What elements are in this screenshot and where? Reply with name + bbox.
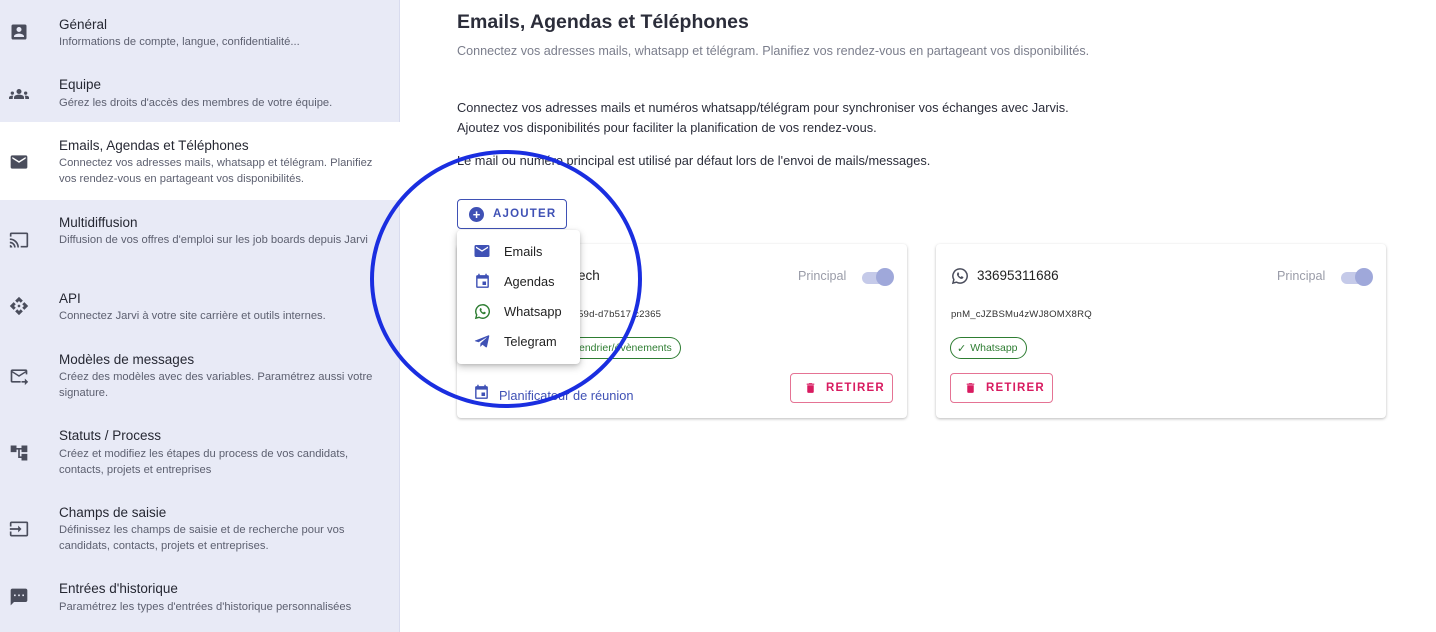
add-button-label: AJOUTER [493,208,557,220]
sidebar-item-desc: Gérez les droits d'accès des membres de … [59,97,333,109]
scope-chip: endrier/évènements [571,337,681,359]
delete-icon [964,381,977,395]
sidebar-item-title: Multidiffusion [59,215,138,230]
input-icon [9,519,29,539]
intro-text-3: Le mail ou numéro principal est utilisé … [457,153,931,168]
check-icon: ✓ [957,342,967,355]
sidebar-item-desc: Paramétrez les types d'entrées d'histori… [59,601,352,613]
principal-label: Principal [798,269,847,283]
sidebar-item-title: Equipe [59,77,102,92]
sidebar-item-emails-agendas[interactable]: Emails, Agendas et Téléphones Connectez … [0,122,400,200]
menu-item-label: Telegram [504,333,557,349]
menu-item-label: Emails [504,243,543,259]
scope-chip-label: Whatsapp [970,342,1018,354]
account-name: ech [578,268,600,283]
calendar-icon [473,272,491,290]
add-menu: Emails Agendas Whatsapp Telegram [457,230,580,364]
menu-item-emails[interactable]: Emails [457,236,580,266]
sidebar-item-desc: Créez et modifiez les étapes du process … [59,448,349,476]
whatsapp-icon [951,267,969,290]
mail-template-icon [9,366,29,386]
add-button[interactable]: + AJOUTER [457,199,567,229]
sidebar-item-desc: Connectez Jarvi à votre site carrière et… [59,310,326,322]
sidebar-item-desc: Définissez les champs de saisie et de re… [59,524,345,552]
scope-chip: ✓ Whatsapp [950,337,1027,359]
settings-sidebar: Général Informations de compte, langue, … [0,0,400,632]
intro-text-1: Connectez vos adresses mails et numéros … [457,100,1069,115]
menu-item-whatsapp[interactable]: Whatsapp [457,296,580,326]
sidebar-item-title: API [59,291,81,306]
scope-chip-label: endrier/évènements [579,342,672,354]
delete-icon [804,381,817,395]
sidebar-item-equipe[interactable]: Equipe Gérez les droits d'accès des memb… [0,62,400,122]
sidebar-item-desc: Diffusion de vos offres d'emploi sur les… [59,234,368,246]
account-id: pnM_cJZBSMu4zWJ8OMX8RQ [951,309,1092,320]
remove-button-label: RETIRER [826,382,885,394]
api-icon [9,296,29,316]
sidebar-item-title: Général [59,17,108,32]
whatsapp-icon [473,302,491,320]
group-icon [9,84,29,104]
remove-button-label: RETIRER [986,382,1045,394]
sidebar-item-multidiffusion[interactable]: Multidiffusion Diffusion de vos offres d… [0,200,400,278]
meeting-scheduler-label: Planificateur de réunion [499,387,634,403]
account-box-icon [9,22,29,42]
calendar-icon [473,384,490,406]
sidebar-item-entrees-historique[interactable]: Entrées d'historique Paramétrez les type… [0,570,400,632]
sidebar-item-api[interactable]: API Connectez Jarvi à votre site carrièr… [0,278,400,338]
sidebar-item-title: Statuts / Process [59,428,162,443]
sidebar-item-desc: Informations de compte, langue, confiden… [59,36,300,48]
telegram-icon [473,332,491,350]
menu-item-label: Whatsapp [504,303,562,319]
principal-toggle[interactable] [1339,267,1373,287]
account-card: 33695311686 Principal pnM_cJZBSMu4zWJ8OM… [936,244,1386,418]
principal-label: Principal [1277,269,1326,283]
sidebar-item-title: Entrées d'historique [59,581,178,596]
cast-icon [9,230,29,250]
sidebar-item-title: Emails, Agendas et Téléphones [59,138,249,153]
menu-item-label: Agendas [504,273,555,289]
email-icon [473,242,491,260]
account-tree-icon [9,443,29,463]
menu-item-telegram[interactable]: Telegram [457,326,580,356]
mail-icon [9,152,29,172]
sidebar-item-title: Champs de saisie [59,505,167,520]
sidebar-item-statuts-process[interactable]: Statuts / Process Créez et modifiez les … [0,416,400,494]
principal-toggle[interactable] [860,267,894,287]
sidebar-item-champs-saisie[interactable]: Champs de saisie Définissez les champs d… [0,494,400,570]
sidebar-item-desc: Créez des modèles avec des variables. Pa… [59,371,373,399]
remove-button[interactable]: RETIRER [790,373,893,403]
remove-button[interactable]: RETIRER [950,373,1053,403]
sidebar-item-desc: Connectez vos adresses mails, whatsapp e… [59,157,373,185]
add-circle-icon: + [469,206,484,222]
sidebar-item-title: Modèles de messages [59,352,195,367]
account-id: 59d-d7b517 c2365 [578,309,662,320]
meeting-scheduler-link[interactable]: Planificateur de réunion [473,384,633,406]
sidebar-item-general[interactable]: Général Informations de compte, langue, … [0,0,400,62]
page-subtitle: Connectez vos adresses mails, whatsapp e… [457,44,1090,58]
sidebar-item-modeles-messages[interactable]: Modèles de messages Créez des modèles av… [0,338,400,416]
intro-text-2: Ajoutez vos disponibilités pour facilite… [457,120,877,135]
comment-icon [9,587,29,607]
app-root: Général Informations de compte, langue, … [0,0,1436,632]
page-title: Emails, Agendas et Téléphones [457,11,749,33]
menu-item-agendas[interactable]: Agendas [457,266,580,296]
account-name: 33695311686 [977,268,1059,283]
